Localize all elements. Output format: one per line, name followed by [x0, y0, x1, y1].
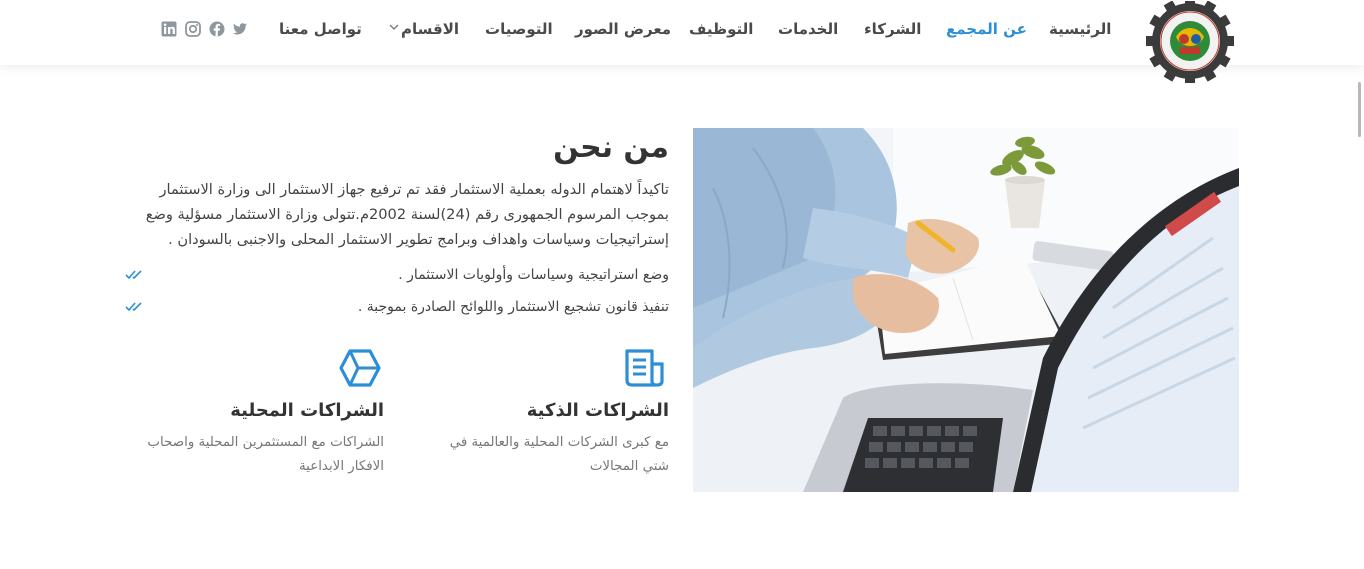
nav-item-partners[interactable]: الشركاء — [864, 20, 921, 38]
nav-item-contact[interactable]: تواصل معنا — [279, 20, 362, 38]
nav-item-gallery[interactable]: معرض الصور — [575, 20, 671, 38]
site-header: الرئيسية عن المجمع الشركاء الخدمات التوظ… — [0, 0, 1364, 85]
nav-item-services[interactable]: الخدمات — [778, 20, 838, 38]
nav-item-about[interactable]: عن المجمع — [946, 20, 1027, 38]
nav-item-jobs[interactable]: التوظيف — [689, 20, 753, 38]
nav-item-departments[interactable]: الاقسام — [401, 20, 459, 38]
feature-title: الشراكات المحلية — [230, 400, 384, 421]
instagram-icon[interactable] — [185, 21, 201, 37]
list-item: وضع استراتيجية وسياسات وأولويات الاستثما… — [125, 264, 669, 286]
feature-description: الشراكات مع المستثمرين المحلية واصحاب ال… — [147, 435, 384, 474]
about-paragraph: تاكيداً لاهتمام الدوله بعملية الاستثمار … — [145, 181, 669, 248]
linkedin-icon[interactable] — [161, 21, 177, 37]
scrollbar-thumb[interactable] — [1358, 82, 1361, 137]
bullet-text: وضع استراتيجية وسياسات وأولويات الاستثما… — [398, 267, 669, 283]
twitter-icon[interactable] — [232, 21, 248, 37]
chevron-down-icon[interactable] — [389, 23, 399, 31]
double-check-icon — [125, 302, 142, 312]
list-item: تنفيذ قانون تشجيع الاستثمار واللوائح الص… — [125, 296, 669, 318]
nav-item-home[interactable]: الرئيسية — [1049, 20, 1111, 38]
nav-item-recommendations[interactable]: التوصيات — [485, 20, 553, 38]
facebook-icon[interactable] — [209, 21, 225, 37]
bullet-text: تنفيذ قانون تشجيع الاستثمار واللوائح الص… — [357, 299, 669, 315]
about-hero-image — [693, 128, 1239, 492]
about-title: من نحن — [553, 130, 669, 165]
feature-title: الشراكات الذكية — [526, 400, 669, 421]
double-check-icon — [125, 270, 142, 280]
feature-description: مع كبرى الشركات المحلية والعالمية في شتي… — [449, 435, 669, 474]
site-logo[interactable] — [1145, 0, 1235, 85]
document-icon — [625, 349, 664, 387]
cube-icon — [339, 349, 381, 387]
